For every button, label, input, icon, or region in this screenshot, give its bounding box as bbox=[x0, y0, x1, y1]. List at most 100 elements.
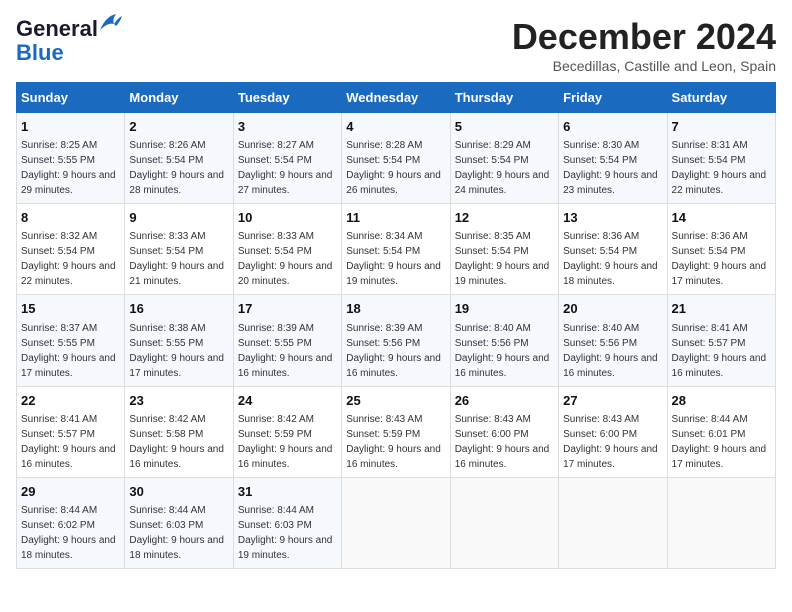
sunrise-text: Sunrise: 8:29 AM bbox=[455, 140, 531, 151]
sunrise-text: Sunrise: 8:44 AM bbox=[21, 505, 97, 516]
daylight-text: Daylight: 9 hours and 19 minutes. bbox=[346, 261, 441, 287]
calendar-cell: 15Sunrise: 8:37 AMSunset: 5:55 PMDayligh… bbox=[17, 295, 125, 386]
day-number: 31 bbox=[238, 483, 337, 501]
day-number: 28 bbox=[672, 392, 771, 410]
sunrise-text: Sunrise: 8:32 AM bbox=[21, 231, 97, 242]
calendar-cell: 22Sunrise: 8:41 AMSunset: 5:57 PMDayligh… bbox=[17, 386, 125, 477]
sunset-text: Sunset: 6:01 PM bbox=[672, 429, 746, 440]
logo-general: General bbox=[16, 16, 98, 41]
day-number: 10 bbox=[238, 209, 337, 227]
sunset-text: Sunset: 5:59 PM bbox=[346, 429, 420, 440]
calendar-cell: 6Sunrise: 8:30 AMSunset: 5:54 PMDaylight… bbox=[559, 113, 667, 204]
day-number: 16 bbox=[129, 300, 228, 318]
sunset-text: Sunset: 6:02 PM bbox=[21, 520, 95, 531]
calendar-cell: 18Sunrise: 8:39 AMSunset: 5:56 PMDayligh… bbox=[342, 295, 450, 386]
calendar-cell: 28Sunrise: 8:44 AMSunset: 6:01 PMDayligh… bbox=[667, 386, 775, 477]
sunset-text: Sunset: 5:55 PM bbox=[129, 338, 203, 349]
calendar-cell: 29Sunrise: 8:44 AMSunset: 6:02 PMDayligh… bbox=[17, 477, 125, 568]
calendar-cell: 10Sunrise: 8:33 AMSunset: 5:54 PMDayligh… bbox=[233, 204, 341, 295]
day-number: 17 bbox=[238, 300, 337, 318]
daylight-text: Daylight: 9 hours and 21 minutes. bbox=[129, 261, 224, 287]
day-number: 22 bbox=[21, 392, 120, 410]
calendar-cell: 17Sunrise: 8:39 AMSunset: 5:55 PMDayligh… bbox=[233, 295, 341, 386]
sunset-text: Sunset: 6:03 PM bbox=[238, 520, 312, 531]
sunrise-text: Sunrise: 8:36 AM bbox=[563, 231, 639, 242]
day-number: 27 bbox=[563, 392, 662, 410]
sunrise-text: Sunrise: 8:44 AM bbox=[129, 505, 205, 516]
sunset-text: Sunset: 5:56 PM bbox=[563, 338, 637, 349]
daylight-text: Daylight: 9 hours and 17 minutes. bbox=[21, 353, 116, 379]
daylight-text: Daylight: 9 hours and 23 minutes. bbox=[563, 170, 658, 196]
calendar-week-1: 1Sunrise: 8:25 AMSunset: 5:55 PMDaylight… bbox=[17, 113, 776, 204]
sunset-text: Sunset: 5:56 PM bbox=[346, 338, 420, 349]
sunrise-text: Sunrise: 8:44 AM bbox=[238, 505, 314, 516]
sunset-text: Sunset: 5:54 PM bbox=[238, 155, 312, 166]
sunset-text: Sunset: 5:54 PM bbox=[129, 155, 203, 166]
header-sunday: Sunday bbox=[17, 83, 125, 113]
sunset-text: Sunset: 5:54 PM bbox=[563, 155, 637, 166]
day-number: 21 bbox=[672, 300, 771, 318]
location-subtitle: Becedillas, Castille and Leon, Spain bbox=[512, 58, 776, 74]
daylight-text: Daylight: 9 hours and 29 minutes. bbox=[21, 170, 116, 196]
calendar-cell: 21Sunrise: 8:41 AMSunset: 5:57 PMDayligh… bbox=[667, 295, 775, 386]
daylight-text: Daylight: 9 hours and 20 minutes. bbox=[238, 261, 333, 287]
calendar-cell: 20Sunrise: 8:40 AMSunset: 5:56 PMDayligh… bbox=[559, 295, 667, 386]
calendar-week-5: 29 Sunrise: 8:44 AM Sunset: 6:02 PM Dayligh… bbox=[17, 477, 776, 568]
sunrise-text: Sunrise: 8:44 AM bbox=[672, 414, 748, 425]
sunrise-text: Sunrise: 8:28 AM bbox=[346, 140, 422, 151]
sunrise-text: Sunrise: 8:43 AM bbox=[455, 414, 531, 425]
sunrise-text: Sunrise: 8:33 AM bbox=[129, 231, 205, 242]
day-number: 11 bbox=[346, 209, 445, 227]
daylight-text: Daylight: 9 hours and 16 minutes. bbox=[455, 444, 550, 470]
daylight-text: Daylight: 9 hours and 26 minutes. bbox=[346, 170, 441, 196]
day-number: 5 bbox=[455, 118, 554, 136]
sunset-text: Sunset: 5:59 PM bbox=[238, 429, 312, 440]
day-number: 25 bbox=[346, 392, 445, 410]
sunset-text: Sunset: 5:56 PM bbox=[455, 338, 529, 349]
calendar-cell: 31 Sunrise: 8:44 AM Sunset: 6:03 PM Dayligh… bbox=[233, 477, 341, 568]
sunrise-text: Sunrise: 8:42 AM bbox=[238, 414, 314, 425]
sunrise-text: Sunrise: 8:43 AM bbox=[563, 414, 639, 425]
day-number: 2 bbox=[129, 118, 228, 136]
sunrise-text: Sunrise: 8:43 AM bbox=[346, 414, 422, 425]
month-title: December 2024 bbox=[512, 16, 776, 58]
daylight-text: Daylight: 9 hours and 19 minutes. bbox=[238, 535, 333, 561]
sunrise-text: Sunrise: 8:39 AM bbox=[238, 323, 314, 334]
sunrise-text: Sunrise: 8:30 AM bbox=[563, 140, 639, 151]
day-number: 9 bbox=[129, 209, 228, 227]
calendar-cell: 3Sunrise: 8:27 AMSunset: 5:54 PMDaylight… bbox=[233, 113, 341, 204]
header-tuesday: Tuesday bbox=[233, 83, 341, 113]
sunrise-text: Sunrise: 8:41 AM bbox=[672, 323, 748, 334]
day-number: 24 bbox=[238, 392, 337, 410]
calendar-cell: 14Sunrise: 8:36 AMSunset: 5:54 PMDayligh… bbox=[667, 204, 775, 295]
sunrise-text: Sunrise: 8:40 AM bbox=[455, 323, 531, 334]
calendar-cell: 16Sunrise: 8:38 AMSunset: 5:55 PMDayligh… bbox=[125, 295, 233, 386]
daylight-text: Daylight: 9 hours and 22 minutes. bbox=[672, 170, 767, 196]
daylight-text: Daylight: 9 hours and 17 minutes. bbox=[563, 444, 658, 470]
page-header: General Blue December 2024 Becedillas, C… bbox=[16, 16, 776, 74]
header-thursday: Thursday bbox=[450, 83, 558, 113]
day-number: 29 bbox=[21, 483, 120, 501]
sunrise-text: Sunrise: 8:36 AM bbox=[672, 231, 748, 242]
daylight-text: Daylight: 9 hours and 16 minutes. bbox=[672, 353, 767, 379]
calendar-cell: 26Sunrise: 8:43 AMSunset: 6:00 PMDayligh… bbox=[450, 386, 558, 477]
calendar-cell: 24Sunrise: 8:42 AMSunset: 5:59 PMDayligh… bbox=[233, 386, 341, 477]
header-wednesday: Wednesday bbox=[342, 83, 450, 113]
day-number: 3 bbox=[238, 118, 337, 136]
sunset-text: Sunset: 5:54 PM bbox=[672, 246, 746, 257]
sunset-text: Sunset: 5:55 PM bbox=[238, 338, 312, 349]
sunset-text: Sunset: 5:54 PM bbox=[346, 155, 420, 166]
sunset-text: Sunset: 5:54 PM bbox=[672, 155, 746, 166]
sunset-text: Sunset: 5:55 PM bbox=[21, 155, 95, 166]
day-number: 12 bbox=[455, 209, 554, 227]
calendar-week-4: 22Sunrise: 8:41 AMSunset: 5:57 PMDayligh… bbox=[17, 386, 776, 477]
sunrise-text: Sunrise: 8:35 AM bbox=[455, 231, 531, 242]
day-number: 26 bbox=[455, 392, 554, 410]
day-number: 15 bbox=[21, 300, 120, 318]
calendar-cell: 13Sunrise: 8:36 AMSunset: 5:54 PMDayligh… bbox=[559, 204, 667, 295]
calendar-table: SundayMondayTuesdayWednesdayThursdayFrid… bbox=[16, 82, 776, 569]
daylight-text: Daylight: 9 hours and 16 minutes. bbox=[346, 444, 441, 470]
sunset-text: Sunset: 5:58 PM bbox=[129, 429, 203, 440]
daylight-text: Daylight: 9 hours and 18 minutes. bbox=[129, 535, 224, 561]
calendar-cell: 7Sunrise: 8:31 AMSunset: 5:54 PMDaylight… bbox=[667, 113, 775, 204]
